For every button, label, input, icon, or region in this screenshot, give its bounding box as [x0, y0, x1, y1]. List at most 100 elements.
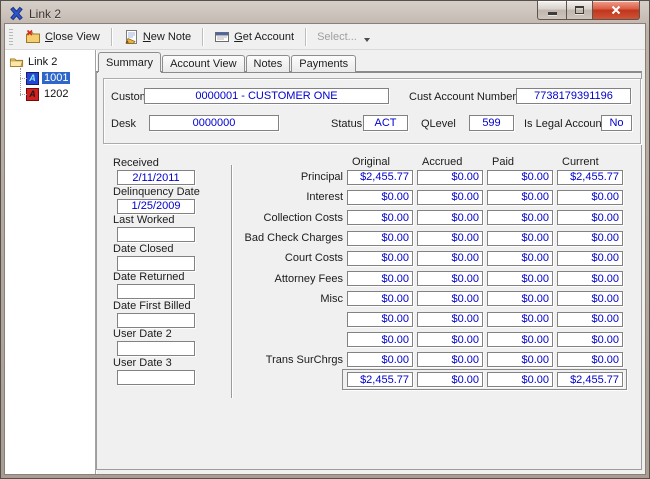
received-label: Received [113, 157, 208, 170]
grid-cell[interactable]: $0.00 [417, 291, 483, 306]
grid-cell[interactable]: $0.00 [417, 231, 483, 246]
grid-cell[interactable]: $0.00 [417, 352, 483, 367]
grid-cell[interactable]: $0.00 [557, 210, 623, 225]
grid-cell[interactable]: $0.00 [347, 291, 413, 306]
grid-cell[interactable]: $0.00 [487, 312, 553, 327]
is-legal-account-field[interactable]: No [601, 115, 632, 131]
close-button[interactable] [593, 1, 640, 20]
grid-cell[interactable]: $0.00 [557, 190, 623, 205]
grid-cell[interactable]: $0.00 [557, 332, 623, 347]
grid-cell[interactable]: $0.00 [347, 190, 413, 205]
qlevel-label: QLevel [421, 118, 456, 130]
get-account-button[interactable]: Get Account [206, 26, 302, 48]
close-view-icon [25, 29, 41, 45]
grid-cell[interactable]: $0.00 [557, 291, 623, 306]
window-title: Link 2 [29, 7, 61, 21]
grid-cell[interactable]: $0.00 [487, 190, 553, 205]
row-label: Collection Costs [223, 212, 343, 224]
grid-cell[interactable]: $0.00 [347, 210, 413, 225]
status-field[interactable]: ACT [363, 115, 408, 131]
tab-summary[interactable]: Summary [98, 52, 161, 72]
date-first-billed-field[interactable] [117, 313, 195, 328]
grid-cell[interactable]: $0.00 [417, 251, 483, 266]
select-button[interactable]: Select... [309, 28, 378, 46]
row-label: Trans SurChrgs [223, 354, 343, 366]
get-account-mnemonic: G [234, 31, 243, 43]
delinquency-date-field[interactable]: 1/25/2009 [117, 199, 195, 214]
maximize-button[interactable] [566, 1, 593, 20]
status-label: Status [331, 118, 362, 130]
grid-cell[interactable]: $0.00 [487, 332, 553, 347]
get-account-icon [214, 29, 230, 45]
new-note-label: ew Note [151, 31, 191, 43]
tree-root-label: Link 2 [28, 56, 57, 68]
last-worked-field[interactable] [117, 227, 195, 242]
grid-cell[interactable]: $0.00 [347, 231, 413, 246]
date-first-billed-label: Date First Billed [113, 300, 208, 313]
qlevel-field[interactable]: 599 [469, 115, 514, 131]
delinquency-date-label: Delinquency Date [113, 186, 208, 199]
grid-cell[interactable]: $2,455.77 [347, 170, 413, 185]
grid-row-blank-1: $0.00 $0.00 $0.00 $0.00 [223, 309, 623, 329]
desk-field[interactable]: 0000000 [149, 115, 279, 131]
tab-strip: Summary Account View Notes Payments [96, 51, 642, 72]
total-current: $2,455.77 [557, 372, 623, 387]
tab-notes[interactable]: Notes [246, 55, 291, 72]
grid-cell[interactable]: $0.00 [487, 210, 553, 225]
title-bar[interactable]: Link 2 [4, 4, 646, 23]
new-note-button[interactable]: New Note [115, 26, 199, 48]
tab-account-view[interactable]: Account View [162, 55, 244, 72]
totals-row: $2,455.77 $0.00 $0.00 $2,455.77 [342, 369, 627, 390]
grid-cell[interactable]: $0.00 [487, 251, 553, 266]
grid-cell[interactable]: $0.00 [347, 312, 413, 327]
main-panel: Summary Account View Notes Payments Cust… [96, 50, 645, 474]
grid-cell[interactable]: $0.00 [417, 312, 483, 327]
red-account-icon: A [26, 88, 39, 101]
grid-cell[interactable]: $0.00 [347, 332, 413, 347]
grid-cell[interactable]: $0.00 [417, 210, 483, 225]
close-view-button[interactable]: Close View [17, 26, 108, 48]
tree-item-1202[interactable]: A 1202 [16, 86, 93, 102]
grid-cell[interactable]: $0.00 [417, 170, 483, 185]
grid-cell[interactable]: $0.00 [417, 332, 483, 347]
select-label: Select... [317, 31, 357, 43]
cust-account-number-label: Cust Account Number [409, 91, 516, 103]
date-closed-field[interactable] [117, 256, 195, 271]
minimize-button[interactable] [537, 1, 566, 20]
tab-payments[interactable]: Payments [291, 55, 356, 72]
grid-cell[interactable]: $0.00 [347, 251, 413, 266]
grid-cell[interactable]: $0.00 [417, 271, 483, 286]
customer-field[interactable]: 0000001 - CUSTOMER ONE [144, 88, 389, 104]
dates-column: Received2/11/2011 Delinquency Date1/25/2… [113, 157, 208, 385]
user-date-3-field[interactable] [117, 370, 195, 385]
toolbar-grip[interactable] [9, 29, 13, 45]
grid-cell[interactable]: $0.00 [487, 271, 553, 286]
grid-cell[interactable]: $2,455.77 [557, 170, 623, 185]
caption-buttons [537, 1, 640, 20]
user-date-3-label: User Date 3 [113, 357, 208, 370]
grid-cell[interactable]: $0.00 [417, 190, 483, 205]
grid-cell[interactable]: $0.00 [557, 312, 623, 327]
grid-row-trans-surchrgs: Trans SurChrgs $0.00 $0.00 $0.00 $0.00 [223, 350, 623, 370]
total-original: $2,455.77 [347, 372, 413, 387]
cust-account-number-field[interactable]: 7738179391196 [516, 88, 631, 104]
summary-tab-page: Customer 0000001 - CUSTOMER ONE Cust Acc… [96, 71, 642, 470]
grid-cell[interactable]: $0.00 [347, 352, 413, 367]
grid-cell[interactable]: $0.00 [557, 352, 623, 367]
grid-cell[interactable]: $0.00 [557, 271, 623, 286]
grid-cell[interactable]: $0.00 [347, 271, 413, 286]
grid-cell[interactable]: $0.00 [487, 170, 553, 185]
grid-cell[interactable]: $0.00 [557, 231, 623, 246]
grid-cell[interactable]: $0.00 [487, 291, 553, 306]
user-date-2-field[interactable] [117, 341, 195, 356]
tree-item-1001[interactable]: A 1001 [16, 70, 93, 86]
row-label: Interest [223, 191, 343, 203]
toolbar-separator [202, 28, 203, 46]
received-field[interactable]: 2/11/2011 [117, 170, 195, 185]
grid-row-misc: Misc $0.00 $0.00 $0.00 $0.00 [223, 289, 623, 309]
grid-cell[interactable]: $0.00 [557, 251, 623, 266]
toolbar-separator [111, 28, 112, 46]
grid-cell[interactable]: $0.00 [487, 352, 553, 367]
date-returned-field[interactable] [117, 284, 195, 299]
grid-cell[interactable]: $0.00 [487, 231, 553, 246]
